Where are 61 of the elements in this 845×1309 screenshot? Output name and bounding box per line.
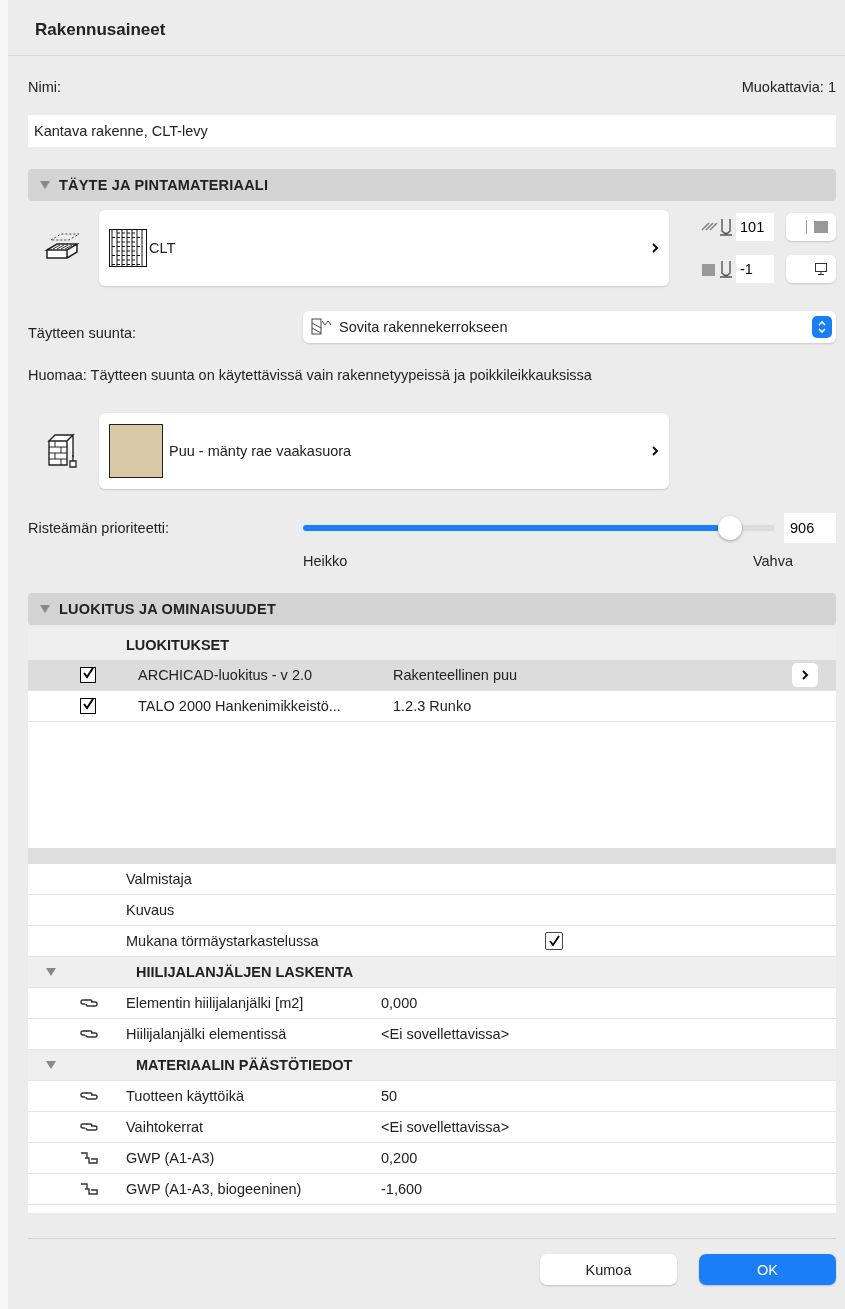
property-name: Valmistaja — [126, 871, 193, 887]
property-name: Kuvaus — [126, 902, 176, 918]
max-label: Vahva — [752, 553, 793, 569]
hatch-pattern-icon — [311, 318, 333, 336]
priority-value-field[interactable]: 906 — [784, 513, 836, 543]
column-heading: LUOKITUKSET — [126, 636, 230, 653]
chevron-right-icon — [801, 669, 809, 681]
property-value: <Ei sovellettavissa> — [381, 1119, 511, 1135]
note-text: Huomaa: Täytteen suunta on käytettävissä vain rakennetyypeissä ja poikkileikkauksissa — [28, 367, 593, 383]
slider-thumb[interactable] — [718, 516, 743, 540]
group-heading: HIILIJALANJÄLJEN LASKENTA — [136, 964, 354, 980]
checkbox[interactable] — [545, 932, 563, 950]
min-label: Heikko — [303, 553, 348, 569]
property-value: 0,200 — [381, 1150, 419, 1166]
fill-selector[interactable]: CLT — [99, 210, 669, 286]
checkbox[interactable] — [80, 667, 96, 683]
property-name: Elementin hiilijalanjälki [m2] — [126, 995, 305, 1011]
property-name: Hiilijalanjälki elementissä — [126, 1026, 288, 1042]
property-name: GWP (A1-A3, biogeeninen) — [126, 1181, 303, 1197]
classification-value: Rakenteellinen puu — [393, 667, 519, 683]
pen-number-field[interactable]: 101 — [736, 213, 774, 241]
stepper-icon — [812, 316, 832, 338]
classification-row[interactable]: ARCHICAD-luokitus - v 2.0 Rakenteellinen puu — [28, 660, 836, 691]
property-name: GWP (A1-A3) — [126, 1150, 216, 1166]
brick-pattern-icon — [109, 229, 147, 267]
chevron-right-icon — [651, 445, 659, 457]
property-value: 50 — [381, 1088, 399, 1104]
property-name: Vaihtokerrat — [126, 1119, 205, 1135]
line-fill-button[interactable] — [786, 213, 836, 241]
checkbox[interactable] — [80, 698, 96, 714]
hatch-pen-icon — [700, 216, 734, 238]
property-value: <Ei sovellettavissa> — [381, 1026, 511, 1042]
disclosure-triangle[interactable] — [46, 968, 56, 976]
direction-label: Täytteen suunta: — [28, 325, 137, 341]
chevron-button[interactable] — [792, 663, 818, 687]
disclosure-triangle[interactable] — [46, 1061, 56, 1069]
section-header[interactable]: TÄYTE JA PINTAMATERIAALI — [28, 169, 836, 201]
group-heading: MATERIAALIN PÄÄSTÖTIEDOT — [136, 1057, 353, 1073]
property-value: -1,600 — [381, 1181, 424, 1197]
surface-selector[interactable]: Puu - mänty rae vaakasuora — [99, 413, 669, 489]
editable-count: Muokattavia: 1 — [741, 79, 836, 95]
pen-number-field[interactable]: -1 — [736, 255, 774, 283]
property-value: 0,000 — [381, 995, 419, 1011]
cancel-button[interactable]: Kumoa — [540, 1254, 677, 1285]
ok-button[interactable]: OK — [699, 1254, 836, 1285]
name-label: Nimi: — [28, 79, 62, 95]
name-field[interactable]: Kantava rakenne, CLT-levy — [28, 115, 836, 147]
property-name: Tuotteen käyttöikä — [126, 1088, 245, 1104]
monitor-icon — [814, 262, 828, 276]
priority-label: Risteämän prioriteetti: — [28, 520, 171, 536]
direction-dropdown[interactable]: Sovita rakennekerrokseen — [303, 311, 836, 343]
chevron-right-icon — [651, 242, 659, 254]
classification-row[interactable]: TALO 2000 Hankenimikkeistö... 1.2.3 Runko — [28, 691, 836, 722]
monitor-button[interactable] — [786, 255, 836, 283]
section-header[interactable]: LUOKITUS JA OMINAISUUDET — [28, 593, 836, 625]
classification-value: 1.2.3 Runko — [393, 698, 473, 714]
fill-pen-icon — [700, 258, 734, 280]
classification-system: TALO 2000 Hankenimikkeistö... — [138, 698, 342, 714]
classification-system: ARCHICAD-luokitus - v 2.0 — [138, 667, 314, 683]
property-name: Mukana törmäystarkastelussa — [126, 933, 320, 949]
window-title: Rakennusaineet — [8, 0, 845, 56]
